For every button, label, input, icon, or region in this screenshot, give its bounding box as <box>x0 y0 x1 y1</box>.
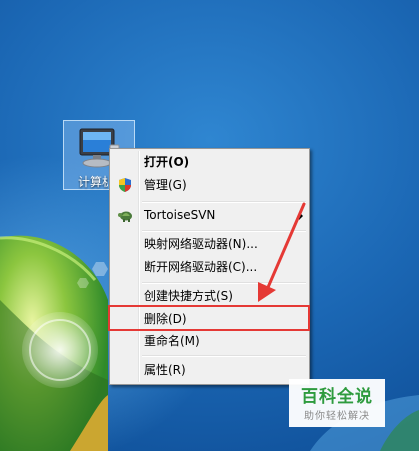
menu-item-map-network-drive[interactable]: 映射网络驱动器(N)... <box>112 233 307 255</box>
menu-item-properties-label: 属性(R) <box>144 363 186 377</box>
menu-item-tortoisesvn[interactable]: TortoiseSVN <box>112 204 307 226</box>
menu-item-map-network-drive-label: 映射网络驱动器(N)... <box>144 237 258 251</box>
menu-item-rename[interactable]: 重命名(M) <box>112 330 307 352</box>
menu-separator <box>142 355 306 357</box>
delete-highlight-box <box>108 305 310 331</box>
menu-item-disconnect-network-drive-label: 断开网络驱动器(C)... <box>144 260 258 274</box>
menu-item-rename-label: 重命名(M) <box>144 334 200 348</box>
menu-item-create-shortcut[interactable]: 创建快捷方式(S) <box>112 285 307 307</box>
menu-item-properties[interactable]: 属性(R) <box>112 359 307 381</box>
watermark-title: 百科全说 <box>301 387 373 407</box>
menu-item-open-label: 打开(O) <box>144 155 190 169</box>
watermark-logo: 百科全说 助你轻松解决 <box>289 379 385 427</box>
menu-item-manage-label: 管理(G) <box>144 178 187 192</box>
watermark-subtitle: 助你轻松解决 <box>304 411 370 422</box>
menu-item-open[interactable]: 打开(O) <box>112 151 307 173</box>
computer-icon-label: 计算机 <box>78 175 108 189</box>
menu-item-create-shortcut-label: 创建快捷方式(S) <box>144 289 233 303</box>
uac-shield-icon <box>119 178 131 192</box>
tortoisesvn-icon <box>118 211 132 222</box>
menu-separator <box>142 230 306 232</box>
menu-separator <box>142 282 306 284</box>
menu-item-disconnect-network-drive[interactable]: 断开网络驱动器(C)... <box>112 256 307 278</box>
menu-item-tortoisesvn-label: TortoiseSVN <box>144 208 216 222</box>
desktop-background: 计算机 打开(O) 管理(G) Tortoise <box>0 0 419 451</box>
context-menu: 打开(O) 管理(G) TortoiseSVN 映射网络驱动器(N)... 断开… <box>109 148 310 385</box>
menu-separator <box>142 201 306 203</box>
submenu-arrow-icon <box>299 212 303 220</box>
menu-item-manage[interactable]: 管理(G) <box>112 174 307 196</box>
